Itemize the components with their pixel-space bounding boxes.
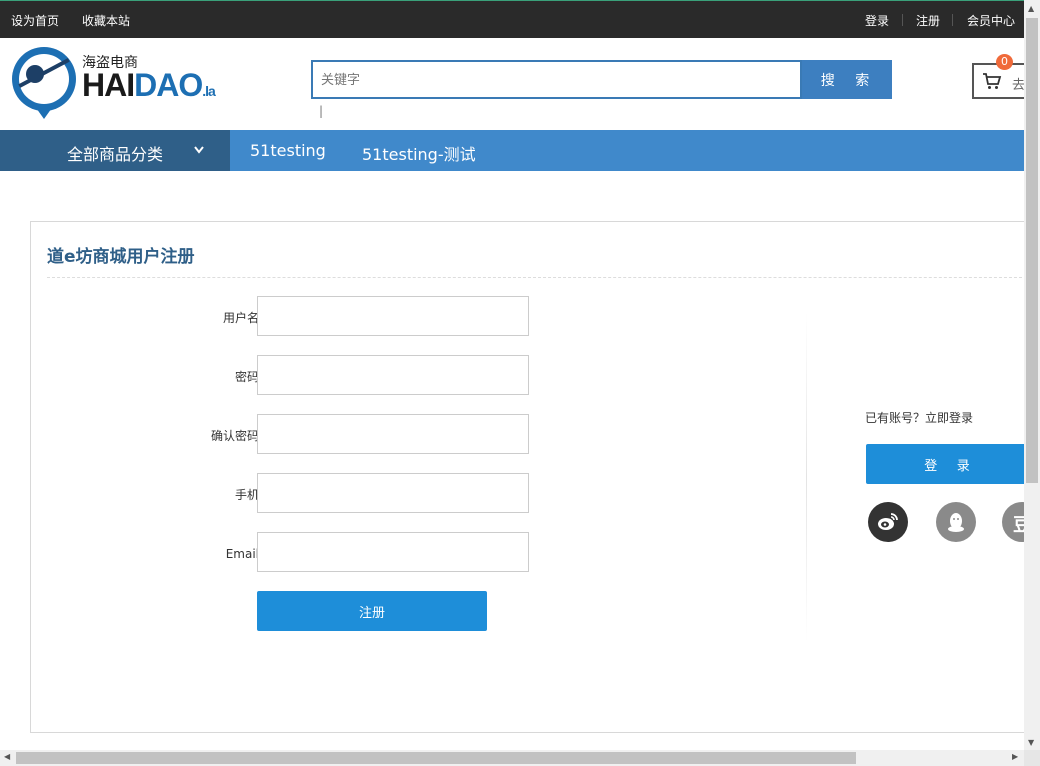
page-viewport: 设为首页 收藏本站 登录 注册 会员中心 海盗电商 HAIDAO.la 搜 索 … (0, 0, 1024, 750)
search-bar: 搜 索 (311, 60, 892, 99)
all-categories-label: 全部商品分类 (67, 145, 164, 164)
douban-icon: 豆 (1013, 515, 1024, 536)
member-center-link[interactable]: 会员中心 (967, 12, 1015, 29)
scroll-right-arrow-icon[interactable]: ▶ (1012, 752, 1018, 761)
divider (952, 14, 953, 26)
cart-label: 去 (1012, 78, 1024, 93)
search-button[interactable]: 搜 索 (802, 60, 892, 99)
qq-login-button[interactable] (936, 502, 976, 542)
scrollbar-corner (1024, 750, 1040, 766)
vertical-divider (806, 312, 807, 642)
cart-count-badge: 0 (996, 54, 1013, 70)
password-row: 密码： (31, 355, 551, 395)
top-bar: 设为首页 收藏本站 登录 注册 会员中心 (0, 0, 1024, 38)
site-logo[interactable]: 海盗电商 HAIDAO.la (12, 47, 222, 119)
phone-row: 手机： (31, 473, 551, 513)
top-register-link[interactable]: 注册 (916, 12, 940, 29)
title-divider (47, 277, 1024, 278)
divider (902, 14, 903, 26)
cart-button[interactable]: 去 (972, 63, 1024, 99)
vertical-scrollbar[interactable]: ▲ ▼ (1024, 0, 1040, 750)
scroll-up-arrow-icon[interactable]: ▲ (1028, 4, 1034, 13)
logo-english-name: HAIDAO.la (82, 67, 216, 103)
nav-link-51testing[interactable]: 51testing (250, 141, 326, 160)
register-panel: 道e坊商城用户注册 用户名： 密码： 确认密码： 手机： Email： 注册 已… (30, 221, 1024, 733)
cart-icon (983, 73, 1002, 89)
horizontal-scroll-thumb[interactable] (16, 752, 856, 764)
set-homepage-link[interactable]: 设为首页 (11, 12, 59, 29)
weibo-icon (878, 513, 898, 530)
login-button[interactable]: 登 录 (866, 444, 1024, 484)
pirate-logo-icon (12, 47, 76, 111)
scroll-left-arrow-icon[interactable]: ◀ (4, 752, 10, 761)
hot-keywords: | (319, 104, 324, 118)
register-submit-button[interactable]: 注册 (257, 591, 487, 631)
all-categories-menu[interactable]: 全部商品分类 (0, 130, 230, 171)
nav-link-51testing-test[interactable]: 51testing-测试 (362, 141, 476, 165)
bookmark-site-link[interactable]: 收藏本站 (82, 12, 130, 29)
horizontal-scrollbar[interactable]: ◀ ▶ (0, 750, 1024, 766)
vertical-scroll-thumb[interactable] (1026, 18, 1038, 483)
douban-login-button[interactable]: 豆 (1002, 502, 1024, 542)
qq-icon (948, 513, 964, 532)
confirm-password-row: 确认密码： (31, 414, 551, 454)
search-input[interactable] (311, 60, 802, 99)
chevron-down-icon (194, 146, 204, 154)
have-account-text[interactable]: 已有账号？立即登录 (865, 409, 973, 426)
top-login-link[interactable]: 登录 (865, 12, 889, 29)
phone-input[interactable] (257, 473, 529, 513)
username-row: 用户名： (31, 296, 551, 336)
email-row: Email： (31, 532, 551, 572)
email-input[interactable] (257, 532, 529, 572)
register-title: 道e坊商城用户注册 (47, 247, 195, 267)
username-input[interactable] (257, 296, 529, 336)
confirm-password-input[interactable] (257, 414, 529, 454)
scroll-down-arrow-icon[interactable]: ▼ (1028, 738, 1034, 747)
weibo-login-button[interactable] (868, 502, 908, 542)
main-nav: 全部商品分类 51testing 51testing-测试 (0, 130, 1024, 171)
password-input[interactable] (257, 355, 529, 395)
